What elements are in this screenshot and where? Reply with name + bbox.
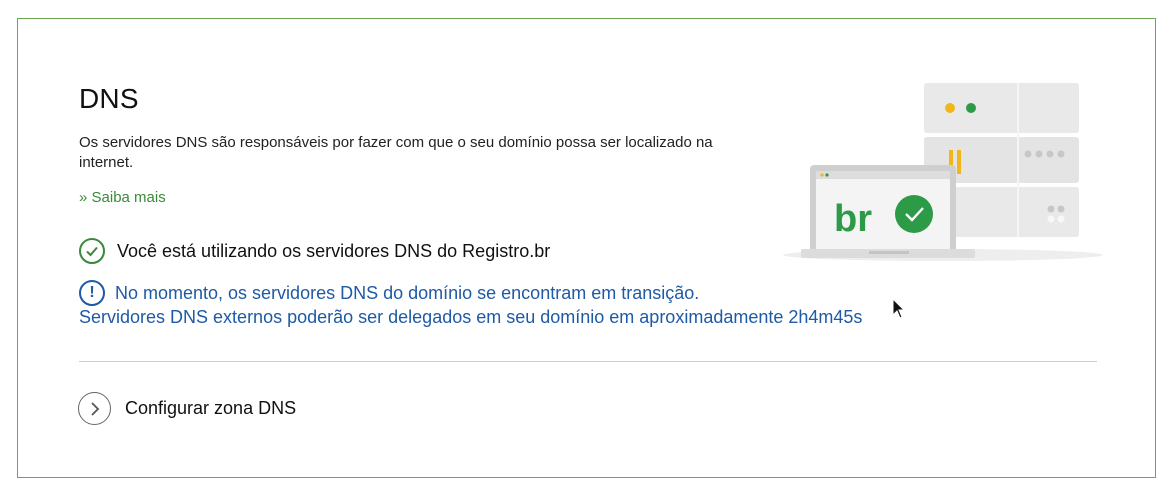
divider	[79, 361, 1097, 362]
section-title: DNS	[79, 83, 139, 114]
laptop-br-text: br	[834, 198, 872, 240]
dns-panel: DNS Os servidores DNS são responsáveis p…	[17, 18, 1156, 478]
check-circle-icon	[79, 238, 105, 264]
section-description: Os servidores DNS são responsáveis por f…	[79, 134, 713, 171]
dns-transition-warning: ! No momento, os servidores DNS do domín…	[79, 280, 862, 328]
configure-zone-button[interactable]: Configurar zona DNS	[78, 392, 296, 425]
dns-status-ok: Você está utilizando os servidores DNS d…	[79, 238, 550, 264]
chevron-right-icon	[78, 392, 111, 425]
dns-server-illustration: br	[783, 83, 1103, 261]
info-circle-icon: !	[79, 280, 105, 306]
learn-more-link[interactable]: » Saiba mais	[79, 189, 166, 206]
configure-zone-label: Configurar zona DNS	[125, 398, 297, 418]
warning-line-1: No momento, os servidores DNS do domínio…	[115, 283, 700, 303]
mouse-cursor-icon	[892, 298, 906, 319]
warning-line-2: Servidores DNS externos poderão ser dele…	[79, 307, 863, 327]
dns-status-text: Você está utilizando os servidores DNS d…	[117, 240, 551, 261]
